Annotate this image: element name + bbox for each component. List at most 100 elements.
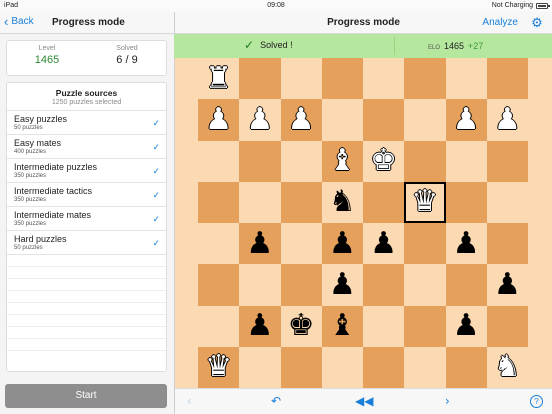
board-square[interactable]	[486, 305, 528, 347]
black-pawn-icon[interactable]: ♟	[453, 228, 480, 259]
board-square[interactable]	[280, 264, 322, 306]
white-queen-icon[interactable]: ♛	[411, 187, 438, 217]
board-square[interactable]: ♞	[321, 181, 363, 223]
board-square[interactable]	[404, 264, 446, 306]
board-square[interactable]: ♜	[198, 58, 240, 100]
board-square[interactable]: ♟	[321, 223, 363, 265]
white-knight-icon[interactable]: ♞	[494, 352, 521, 382]
black-bishop-icon[interactable]: ♝	[329, 311, 356, 341]
gear-icon[interactable]: ⚙	[530, 16, 544, 30]
board-square[interactable]: ♟	[363, 223, 405, 265]
puzzle-source-item[interactable]: Easy puzzles 50 puzzles ✓	[7, 111, 166, 135]
white-bishop-icon[interactable]: ♝	[329, 146, 356, 176]
board-square[interactable]	[404, 140, 446, 182]
puzzle-source-item[interactable]: Intermediate mates 350 puzzles ✓	[7, 207, 166, 231]
board-square[interactable]: ♟	[239, 305, 281, 347]
black-pawn-icon[interactable]: ♟	[329, 269, 356, 300]
board-square[interactable]	[280, 223, 322, 265]
board-square[interactable]: ♞	[486, 346, 528, 388]
board-square[interactable]	[445, 140, 487, 182]
board-square[interactable]	[445, 264, 487, 306]
board-square[interactable]	[280, 58, 322, 100]
board-square[interactable]	[280, 346, 322, 388]
board-square[interactable]: ♛	[198, 346, 240, 388]
board-square[interactable]	[198, 264, 240, 306]
undo-icon[interactable]: ↶	[271, 394, 281, 408]
black-pawn-icon[interactable]: ♟	[494, 269, 521, 300]
white-pawn-icon[interactable]: ♟	[453, 104, 480, 135]
black-pawn-icon[interactable]: ♟	[453, 311, 480, 341]
board-square[interactable]	[321, 99, 363, 141]
board-square[interactable]	[239, 264, 281, 306]
puzzle-source-item[interactable]: Intermediate puzzles 350 puzzles ✓	[7, 159, 166, 183]
board-square[interactable]	[404, 346, 446, 388]
analyze-button[interactable]: Analyze	[482, 17, 518, 28]
black-king-icon[interactable]: ♚	[288, 311, 315, 341]
board-square[interactable]	[404, 305, 446, 347]
board-square[interactable]: ♝	[321, 140, 363, 182]
white-rook-icon[interactable]: ♜	[205, 63, 232, 94]
board-square[interactable]	[404, 223, 446, 265]
board-square[interactable]	[198, 140, 240, 182]
white-king-icon[interactable]: ♚	[370, 146, 397, 176]
black-pawn-icon[interactable]: ♟	[329, 228, 356, 259]
white-pawn-icon[interactable]: ♟	[246, 104, 273, 135]
board-square[interactable]: ♟	[198, 99, 240, 141]
puzzle-source-item[interactable]: Intermediate tactics 350 puzzles ✓	[7, 183, 166, 207]
board-square[interactable]	[280, 181, 322, 223]
board-square[interactable]	[363, 264, 405, 306]
board-square[interactable]	[486, 140, 528, 182]
help-icon[interactable]: ?	[530, 395, 543, 408]
board-square[interactable]	[445, 58, 487, 100]
board-square[interactable]: ♟	[445, 305, 487, 347]
board-square[interactable]	[198, 223, 240, 265]
board-square[interactable]	[363, 181, 405, 223]
board-square[interactable]	[363, 58, 405, 100]
prev-move-icon[interactable]: ‹	[187, 394, 192, 408]
next-move-icon[interactable]: ›	[445, 394, 450, 408]
board-square[interactable]	[404, 99, 446, 141]
board-square[interactable]: ♟	[239, 223, 281, 265]
board-square[interactable]	[445, 346, 487, 388]
board-square[interactable]: ♛	[404, 181, 446, 223]
board-square[interactable]	[486, 223, 528, 265]
board-square[interactable]	[321, 58, 363, 100]
black-pawn-icon[interactable]: ♟	[370, 228, 397, 259]
board-square[interactable]: ♟	[280, 99, 322, 141]
board-square[interactable]: ♟	[321, 264, 363, 306]
board-square[interactable]	[445, 181, 487, 223]
rewind-icon[interactable]: ◀◀	[355, 394, 373, 408]
board-square[interactable]: ♟	[239, 99, 281, 141]
board-square[interactable]	[363, 99, 405, 141]
white-pawn-icon[interactable]: ♟	[494, 104, 521, 135]
board-square[interactable]	[486, 58, 528, 100]
black-knight-icon[interactable]: ♞	[329, 187, 356, 217]
board-square[interactable]	[198, 305, 240, 347]
board-square[interactable]: ♟	[445, 99, 487, 141]
board-square[interactable]	[239, 140, 281, 182]
black-pawn-icon[interactable]: ♟	[246, 311, 273, 341]
board-square[interactable]	[363, 346, 405, 388]
board-square[interactable]	[280, 140, 322, 182]
white-pawn-icon[interactable]: ♟	[205, 104, 232, 135]
board-square[interactable]	[198, 181, 240, 223]
puzzle-source-item[interactable]: Hard puzzles 50 puzzles ✓	[7, 231, 166, 255]
back-button[interactable]: ‹ Back	[4, 15, 34, 28]
board-square[interactable]: ♟	[486, 99, 528, 141]
start-button[interactable]: Start	[5, 384, 167, 408]
board-square[interactable]: ♟	[445, 223, 487, 265]
board-square[interactable]: ♚	[280, 305, 322, 347]
board-square[interactable]	[321, 346, 363, 388]
board-square[interactable]: ♝	[321, 305, 363, 347]
board-square[interactable]: ♟	[486, 264, 528, 306]
board-square[interactable]	[486, 181, 528, 223]
board-square[interactable]	[239, 181, 281, 223]
white-pawn-icon[interactable]: ♟	[288, 104, 315, 135]
puzzle-source-item[interactable]: Easy mates 400 puzzles ✓	[7, 135, 166, 159]
black-pawn-icon[interactable]: ♟	[246, 228, 273, 259]
board-square[interactable]	[363, 305, 405, 347]
board-square[interactable]	[404, 58, 446, 100]
board-square[interactable]	[239, 346, 281, 388]
white-queen-icon[interactable]: ♛	[205, 352, 232, 382]
board-square[interactable]: ♚	[363, 140, 405, 182]
